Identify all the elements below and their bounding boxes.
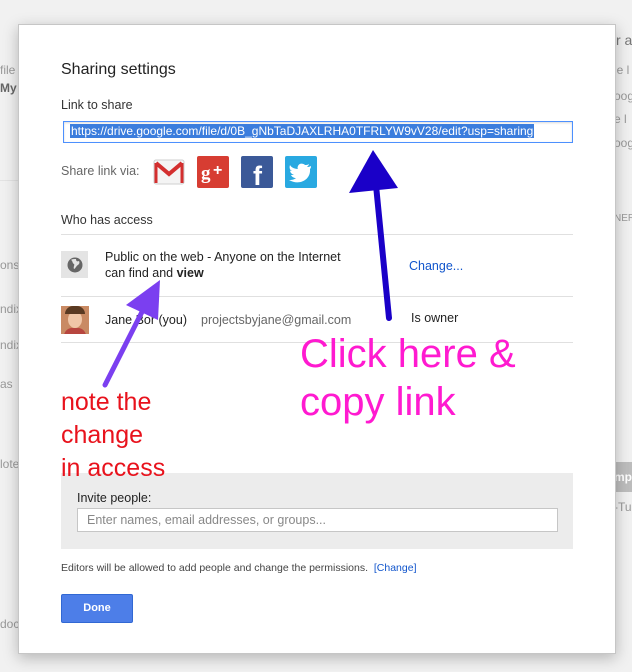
annotation-click-here: Click here & copy link bbox=[300, 330, 516, 426]
annotation-line: Click here & bbox=[300, 332, 516, 376]
annotation-line: note the bbox=[61, 388, 152, 416]
annotation-line: copy link bbox=[300, 380, 456, 424]
purple-arrow bbox=[102, 280, 160, 388]
annotation-note-change: note the change in access bbox=[61, 386, 165, 485]
annotation-line: change bbox=[61, 421, 144, 449]
annotation-line: in access bbox=[61, 454, 166, 482]
blue-arrow bbox=[349, 150, 398, 321]
